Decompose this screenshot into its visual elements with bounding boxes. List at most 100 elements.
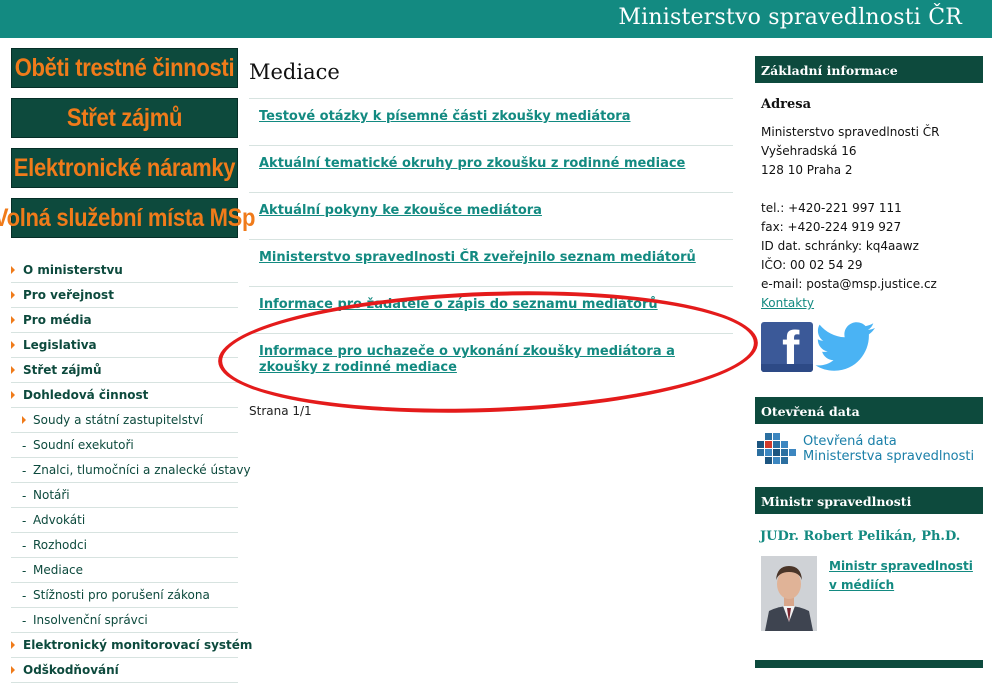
sidebar-item-label: Insolvenční správci — [33, 613, 148, 627]
article-link[interactable]: Aktuální tematické okruhy pro zkoušku z … — [259, 156, 723, 172]
sidebar-item[interactable]: Odškodňování — [11, 658, 238, 683]
sidebar-item[interactable]: - Rozhodci — [11, 533, 238, 558]
sidebar-item-label: Pro veřejnost — [23, 288, 114, 302]
basic-info-header: Základní informace — [755, 56, 983, 83]
phone-line: tel.: +420-221 997 111 — [761, 201, 902, 215]
sidebar-item-label: Soudy a státní zastupitelství — [33, 413, 204, 427]
sidebar-item[interactable]: - Stížnosti pro porušení zákona — [11, 583, 238, 608]
contacts-link[interactable]: Kontakty — [761, 296, 814, 310]
list-item: Ministerstvo spravedlnosti ČR zveřejnilo… — [249, 239, 733, 286]
list-item: Aktuální tematické okruhy pro zkoušku z … — [249, 145, 733, 192]
site-header: Ministerstvo spravedlnosti ČR — [0, 0, 992, 38]
contacts-row: Kontakty — [761, 296, 814, 310]
open-data-text-line1: Otevřená data — [803, 434, 897, 449]
sidebar-item-label: Rozhodci — [33, 538, 87, 552]
banner-victims-label: Oběti trestné činnosti — [14, 53, 235, 82]
twitter-icon[interactable] — [815, 322, 879, 372]
sidebar-item[interactable]: - Mediace — [11, 558, 238, 583]
sidebar-item[interactable]: - Advokáti — [11, 508, 238, 533]
banner-job-vacancies[interactable]: Volná služební místa MSp — [0, 198, 255, 238]
sidebar-item-label: Střet zájmů — [23, 363, 102, 377]
banner-conflict-of-interest[interactable]: Střet zájmů — [11, 98, 238, 138]
menu-dash: - — [22, 514, 27, 528]
list-item: Informace pro žadatele o zápis do seznam… — [249, 286, 733, 333]
article-link[interactable]: Aktuální pokyny ke zkoušce mediátora — [259, 203, 723, 219]
menu-dash: - — [22, 539, 27, 553]
banner-electronic-bracelets[interactable]: Elektronické náramky — [11, 148, 238, 188]
sidebar-item[interactable]: Pro veřejnost — [11, 283, 238, 308]
sidebar-item-label: Dohledová činnost — [23, 388, 149, 402]
sidebar-item-label: Legislativa — [23, 338, 97, 352]
article-link[interactable]: Ministerstvo spravedlnosti ČR zveřejnilo… — [259, 250, 723, 266]
open-data-header: Otevřená data — [755, 397, 983, 424]
next-box-header — [755, 660, 983, 668]
page-title: Mediace — [249, 60, 340, 84]
sidebar-item[interactable]: O ministerstvu — [11, 258, 238, 283]
article-list: Testové otázky k písemné části zkoušky m… — [249, 98, 733, 393]
sidebar-item[interactable]: Soudy a státní zastupitelství — [11, 408, 238, 433]
menu-arrow-icon — [11, 316, 15, 324]
address-title: Adresa — [761, 97, 812, 112]
pager: Strana 1/1 — [249, 404, 312, 418]
data-box-line: ID dat. schránky: kq4aawz — [761, 239, 919, 253]
menu-dash: - — [22, 439, 27, 453]
menu-arrow-icon — [11, 266, 15, 274]
menu-dash: - — [22, 589, 27, 603]
fax-line: fax: +420-224 919 927 — [761, 220, 902, 234]
banner-bracelets-label: Elektronické náramky — [13, 153, 236, 182]
banner-jobs-label: Volná služební místa MSp — [0, 203, 256, 232]
sidebar-item[interactable]: Elektronický monitorovací systém — [11, 633, 252, 658]
sidebar-item[interactable]: Pro média — [11, 308, 238, 333]
minister-media-link[interactable]: Ministr spravedlnosti v médiích — [829, 557, 979, 595]
sidebar-item-label: Mediace — [33, 563, 84, 577]
list-item: Aktuální pokyny ke zkoušce mediátora — [249, 192, 733, 239]
sidebar-item[interactable]: Legislativa — [11, 333, 238, 358]
open-data-text-line2: Ministerstva spravedlnosti — [803, 449, 975, 464]
sidebar-item-label: Elektronický monitorovací systém — [23, 638, 253, 652]
sidebar-item-label: Pro média — [23, 313, 92, 327]
menu-dash: - — [22, 614, 27, 628]
minister-name: JUDr. Robert Pelikán, Ph.D. — [760, 529, 961, 544]
sidebar-item-label: Odškodňování — [23, 663, 119, 677]
sidebar-item-label: Advokáti — [33, 513, 86, 527]
article-link-highlighted[interactable]: Informace pro uchazeče o vykonání zkoušk… — [259, 344, 723, 376]
sidebar-item[interactable]: - Insolvenční správci — [11, 608, 238, 633]
menu-arrow-icon — [11, 641, 15, 649]
address-line: Ministerstvo spravedlnosti ČR — [761, 125, 940, 139]
open-data-cubes-icon[interactable] — [755, 432, 797, 464]
menu-arrow-icon — [22, 416, 26, 424]
sidebar-item[interactable]: Střet zájmů — [11, 358, 238, 383]
sidebar-item-label: Stížnosti pro porušení zákona — [33, 588, 210, 602]
list-item: Informace pro uchazeče o vykonání zkoušk… — [249, 333, 733, 393]
menu-dash: - — [22, 489, 27, 503]
ico-line: IČO: 00 02 54 29 — [761, 258, 863, 272]
left-navigation: O ministerstvu Pro veřejnost Pro média Legi… — [11, 258, 252, 683]
sidebar-item-label: Soudní exekutoři — [33, 438, 134, 452]
article-link[interactable]: Informace pro žadatele o zápis do seznam… — [259, 297, 723, 313]
menu-dash: - — [22, 464, 27, 478]
open-data-link[interactable]: Otevřená data Ministerstva spravedlnosti — [803, 434, 974, 464]
menu-arrow-icon — [11, 391, 15, 399]
facebook-icon[interactable]: f — [761, 322, 813, 372]
address-line: 128 10 Praha 2 — [761, 163, 853, 177]
banner-conflict-label: Střet zájmů — [66, 103, 183, 132]
article-link[interactable]: Testové otázky k písemné části zkoušky m… — [259, 109, 723, 125]
minister-photo — [761, 556, 817, 631]
menu-arrow-icon — [11, 366, 15, 374]
sidebar-item[interactable]: - Notáři — [11, 483, 238, 508]
address-line: Vyšehradská 16 — [761, 144, 857, 158]
sidebar-item[interactable]: - Znalci, tlumočníci a znalecké ústavy — [11, 458, 251, 483]
menu-arrow-icon — [11, 341, 15, 349]
menu-arrow-icon — [11, 291, 15, 299]
email-line: e-mail: posta@msp.justice.cz — [761, 277, 937, 291]
list-item: Testové otázky k písemné části zkoušky m… — [249, 98, 733, 145]
site-title[interactable]: Ministerstvo spravedlnosti ČR — [618, 5, 962, 30]
sidebar-item-label: O ministerstvu — [23, 263, 123, 277]
banner-victims[interactable]: Oběti trestné činnosti — [11, 48, 238, 88]
sidebar-item[interactable]: Dohledová činnost — [11, 383, 238, 408]
sidebar-item-label: Znalci, tlumočníci a znalecké ústavy — [33, 463, 251, 477]
menu-arrow-icon — [11, 666, 15, 674]
menu-dash: - — [22, 564, 27, 578]
sidebar-item[interactable]: - Soudní exekutoři — [11, 433, 238, 458]
sidebar-item-label: Notáři — [33, 488, 70, 502]
